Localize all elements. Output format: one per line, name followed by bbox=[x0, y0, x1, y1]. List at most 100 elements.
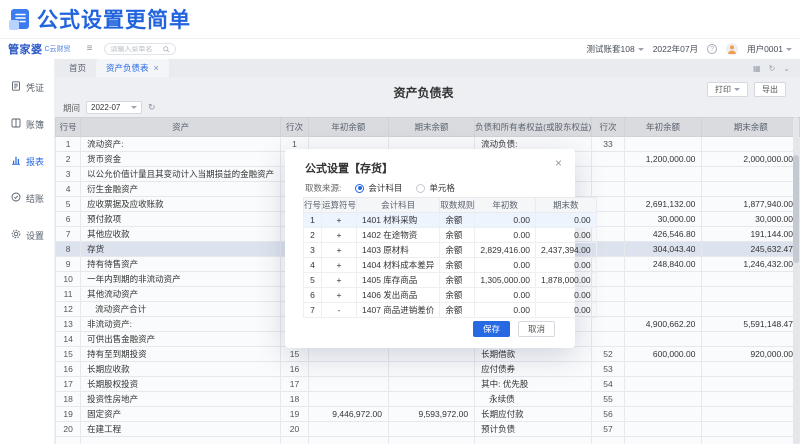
cell-lline[interactable] bbox=[592, 332, 624, 347]
cell-account[interactable]: 1403 原材料 bbox=[357, 243, 440, 258]
cell-lbegin[interactable]: 248,840.00 bbox=[624, 257, 702, 272]
cell-aline[interactable]: 16 bbox=[281, 362, 309, 377]
cell-no[interactable]: 8 bbox=[56, 242, 81, 257]
cell-asset[interactable]: 流动资产合计 bbox=[81, 302, 281, 317]
cell-rule[interactable]: 余额 bbox=[440, 228, 475, 243]
cell-lend[interactable] bbox=[702, 332, 800, 347]
cell-no[interactable]: 19 bbox=[56, 407, 81, 422]
cell-liab[interactable]: 永续债 bbox=[475, 392, 592, 407]
export-button[interactable]: 导出 bbox=[754, 82, 786, 97]
cell-lend[interactable] bbox=[702, 437, 800, 444]
cell-no[interactable]: 16 bbox=[56, 362, 81, 377]
cell-liab[interactable]: 长期应付款 bbox=[475, 407, 592, 422]
cell-no[interactable]: 3 bbox=[304, 243, 322, 258]
cell-lline[interactable]: 52 bbox=[592, 347, 624, 362]
cell-lline[interactable] bbox=[592, 197, 624, 212]
cell-aend[interactable] bbox=[388, 377, 474, 392]
cell-aend[interactable]: 9,593,972.00 bbox=[388, 407, 474, 422]
cell-lend[interactable] bbox=[702, 377, 800, 392]
cell-lbegin[interactable]: 304,043.40 bbox=[624, 242, 702, 257]
cell-asset[interactable]: 长期应收款 bbox=[81, 362, 281, 377]
cell-end[interactable]: 1,878,000.00 bbox=[535, 273, 596, 288]
cell-aend[interactable] bbox=[388, 362, 474, 377]
tab-2[interactable]: 资产负债表× bbox=[96, 59, 169, 77]
cell-lline[interactable]: 56 bbox=[592, 407, 624, 422]
cell-lend[interactable] bbox=[702, 422, 800, 437]
cell-lend[interactable]: 5,591,148.47 bbox=[702, 317, 800, 332]
vertical-scrollbar[interactable] bbox=[793, 117, 799, 444]
cell-lline[interactable]: 55 bbox=[592, 392, 624, 407]
cell-asset[interactable]: 在建工程 bbox=[81, 422, 281, 437]
cell-lbegin[interactable] bbox=[624, 167, 702, 182]
cell-asset[interactable]: 货币资金 bbox=[81, 152, 281, 167]
cell-no[interactable]: 15 bbox=[56, 347, 81, 362]
cell-lend[interactable] bbox=[702, 272, 800, 287]
cell-no[interactable]: 4 bbox=[304, 258, 322, 273]
tab-close-icon[interactable]: × bbox=[154, 64, 159, 73]
cell-lend[interactable]: 2,000,000.00 bbox=[702, 152, 800, 167]
cell-aline[interactable]: 20 bbox=[281, 422, 309, 437]
cell-lbegin[interactable]: 600,000.00 bbox=[624, 347, 702, 362]
cell-op[interactable]: + bbox=[322, 273, 357, 288]
cell-lbegin[interactable] bbox=[624, 377, 702, 392]
cell-rule[interactable]: 余额 bbox=[440, 273, 475, 288]
table-row[interactable]: 17长期股权投资17其中: 优先股54 bbox=[56, 377, 800, 392]
table-row[interactable]: 20在建工程20预计负债57 bbox=[56, 422, 800, 437]
cell-end[interactable]: 0.00 bbox=[535, 303, 596, 318]
hamburger-icon[interactable]: ≡ bbox=[87, 44, 93, 54]
cell-asset[interactable] bbox=[81, 437, 281, 444]
sidebar-item-2[interactable]: 账簿 bbox=[0, 114, 54, 134]
cancel-button[interactable]: 取消 bbox=[518, 321, 555, 337]
table-row[interactable]: 16长期应收款16应付债券53 bbox=[56, 362, 800, 377]
cell-op[interactable]: + bbox=[322, 258, 357, 273]
cell-aend[interactable] bbox=[388, 422, 474, 437]
cell-no[interactable]: 11 bbox=[56, 287, 81, 302]
cell-lbegin[interactable]: 30,000.00 bbox=[624, 212, 702, 227]
formula-row[interactable]: 1+1401 材料采购余额0.000.00 bbox=[304, 213, 597, 228]
formula-row[interactable]: 3+1403 原材料余额2,829,416.002,437,394.00 bbox=[304, 243, 597, 258]
cell-no[interactable]: 9 bbox=[56, 257, 81, 272]
radio-option-2[interactable]: 单元格 bbox=[416, 182, 455, 194]
cell-abegin[interactable] bbox=[308, 437, 388, 444]
cell-op[interactable]: + bbox=[322, 288, 357, 303]
cell-lline[interactable] bbox=[592, 257, 624, 272]
cell-lbegin[interactable] bbox=[624, 392, 702, 407]
cell-begin[interactable]: 0.00 bbox=[475, 258, 536, 273]
cell-begin[interactable]: 0.00 bbox=[475, 213, 536, 228]
tab-1[interactable]: 首页 bbox=[59, 59, 96, 77]
cell-begin[interactable]: 0.00 bbox=[475, 288, 536, 303]
cell-no[interactable]: 20 bbox=[56, 422, 81, 437]
cell-asset[interactable]: 持有至到期投资 bbox=[81, 347, 281, 362]
cell-no[interactable]: 10 bbox=[56, 272, 81, 287]
cell-account[interactable]: 1406 发出商品 bbox=[357, 288, 440, 303]
cell-lend[interactable] bbox=[702, 362, 800, 377]
cell-no[interactable]: 5 bbox=[304, 273, 322, 288]
cell-lline[interactable] bbox=[592, 317, 624, 332]
cell-lbegin[interactable] bbox=[624, 332, 702, 347]
cell-lline[interactable] bbox=[592, 437, 624, 444]
formula-row[interactable]: 5+1405 库存商品余额1,305,000.001,878,000.00 bbox=[304, 273, 597, 288]
cell-begin[interactable]: 1,305,000.00 bbox=[475, 273, 536, 288]
cell-asset[interactable]: 持有待售资产 bbox=[81, 257, 281, 272]
cell-liab[interactable]: 预计负债 bbox=[475, 422, 592, 437]
cell-begin[interactable]: 0.00 bbox=[475, 228, 536, 243]
cell-lline[interactable] bbox=[592, 152, 624, 167]
cell-lend[interactable] bbox=[702, 182, 800, 197]
cell-lend[interactable] bbox=[702, 137, 800, 152]
cell-rule[interactable]: 余额 bbox=[440, 303, 475, 318]
sidebar-item-1[interactable]: 凭证 bbox=[0, 77, 54, 97]
cell-no[interactable]: 2 bbox=[304, 228, 322, 243]
cell-aend[interactable] bbox=[388, 437, 474, 444]
cell-lline[interactable]: 33 bbox=[592, 137, 624, 152]
help-icon[interactable]: ? bbox=[707, 44, 717, 54]
cell-lline[interactable] bbox=[592, 227, 624, 242]
cell-no[interactable]: 13 bbox=[56, 317, 81, 332]
cell-account[interactable]: 1407 商品进销差价 bbox=[357, 303, 440, 318]
formula-row[interactable]: 4+1404 材料成本差异余额0.000.00 bbox=[304, 258, 597, 273]
cell-lline[interactable] bbox=[592, 167, 624, 182]
cell-asset[interactable]: 一年内到期的非流动资产 bbox=[81, 272, 281, 287]
chevron-down-icon[interactable]: ⌄ bbox=[783, 64, 790, 73]
cell-no[interactable]: 18 bbox=[56, 392, 81, 407]
cell-op[interactable]: + bbox=[322, 213, 357, 228]
cell-rule[interactable]: 余额 bbox=[440, 288, 475, 303]
